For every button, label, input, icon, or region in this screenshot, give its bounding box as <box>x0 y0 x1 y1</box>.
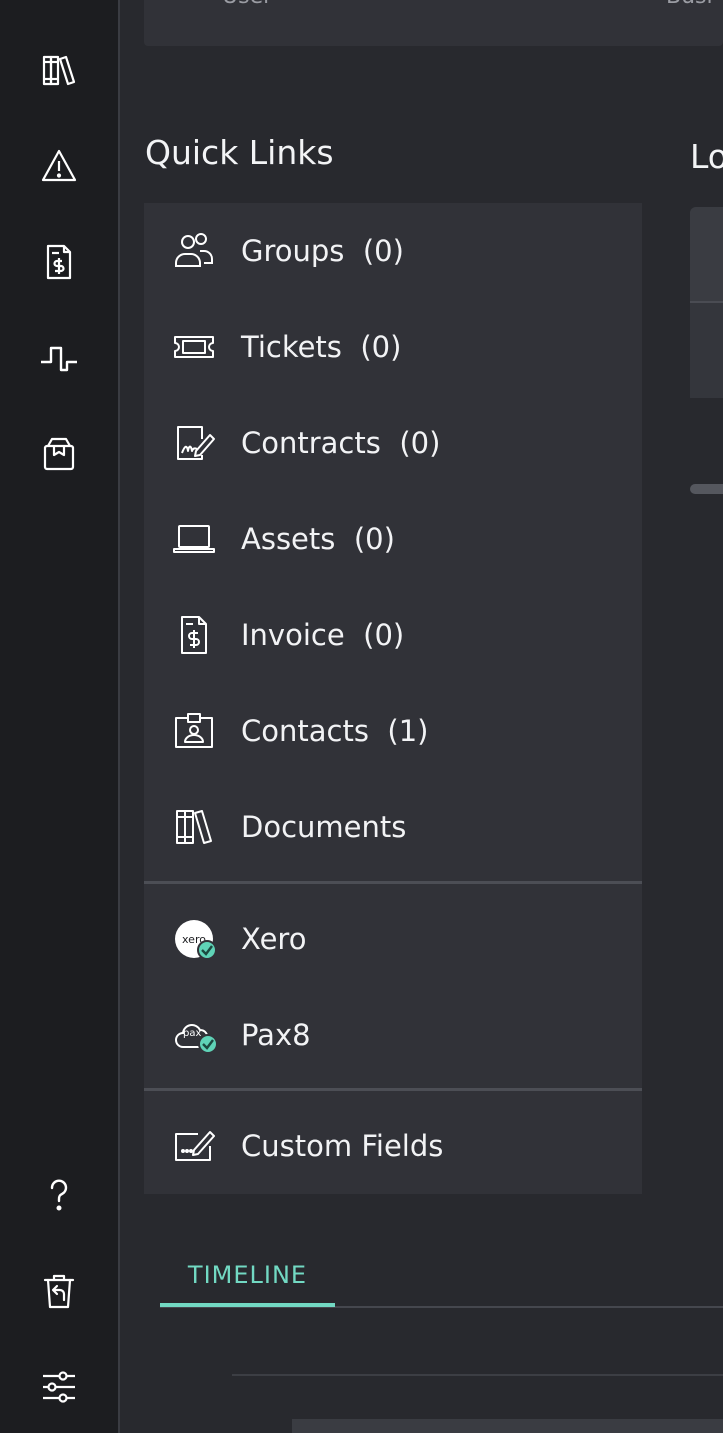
connected-check-icon <box>198 1034 218 1054</box>
quick-link-label: Documents <box>241 810 407 844</box>
right-section-title: Lo <box>690 137 723 176</box>
pax8-logo-icon: pax <box>171 1012 218 1058</box>
ticket-icon <box>171 324 217 370</box>
integration-label: Pax8 <box>241 1018 311 1052</box>
top-info-card: User Busi <box>144 0 723 46</box>
quick-link-label: Contracts (0) <box>241 426 441 460</box>
right-panel-divider <box>690 301 723 303</box>
right-panel-header <box>690 207 723 301</box>
invoice-icon[interactable] <box>34 237 84 287</box>
quick-link-invoice[interactable]: Invoice (0) <box>144 587 642 683</box>
connected-check-icon <box>197 940 217 960</box>
pulse-icon[interactable] <box>34 333 84 383</box>
integrations-list: xero Xero pax Pax8 <box>144 884 642 1088</box>
groups-icon <box>171 228 217 274</box>
quick-links-list: Groups (0) Tickets (0) Contracts (0) Ass… <box>144 203 642 882</box>
pax8-logo-text: pax <box>183 1028 202 1039</box>
quick-link-label: Invoice (0) <box>241 618 405 652</box>
top-card-label-left: User <box>222 0 272 9</box>
settings-sliders-icon[interactable] <box>34 1362 84 1412</box>
books-icon[interactable] <box>34 45 84 95</box>
integration-pax8[interactable]: pax Pax8 <box>144 987 642 1083</box>
right-scrollbar[interactable] <box>690 484 723 494</box>
quick-link-contracts[interactable]: Contracts (0) <box>144 395 642 491</box>
books-icon <box>171 804 217 850</box>
top-card-label-right: Busi <box>666 0 713 9</box>
laptop-icon <box>171 516 217 562</box>
quick-link-assets[interactable]: Assets (0) <box>144 491 642 587</box>
quick-link-label: Groups (0) <box>241 234 404 268</box>
box-icon[interactable] <box>34 429 84 479</box>
help-icon[interactable] <box>34 1170 84 1220</box>
custom-fields-section: Custom Fields <box>144 1091 642 1194</box>
integration-label: Xero <box>241 922 307 956</box>
quick-link-tickets[interactable]: Tickets (0) <box>144 299 642 395</box>
quick-link-label: Assets (0) <box>241 522 395 556</box>
xero-logo-icon: xero <box>171 916 217 962</box>
integration-xero[interactable]: xero Xero <box>144 891 642 987</box>
contract-icon <box>171 420 217 466</box>
quick-link-documents[interactable]: Documents <box>144 779 642 875</box>
quick-link-groups[interactable]: Groups (0) <box>144 203 642 299</box>
restore-trash-icon[interactable] <box>34 1266 84 1316</box>
active-tab-indicator <box>160 1303 335 1307</box>
quick-link-label: Tickets (0) <box>241 330 402 364</box>
quick-links-title: Quick Links <box>145 133 334 172</box>
timeline-divider <box>232 1374 723 1376</box>
contact-card-icon <box>171 708 217 754</box>
timeline-content-box <box>292 1419 723 1433</box>
right-panel <box>690 207 723 398</box>
tab-timeline[interactable]: TIMELINE <box>160 1244 335 1306</box>
warning-icon[interactable] <box>34 141 84 191</box>
quick-link-contacts[interactable]: Contacts (1) <box>144 683 642 779</box>
edit-box-icon <box>171 1123 217 1169</box>
quick-link-label: Contacts (1) <box>241 714 429 748</box>
invoice-icon <box>171 612 217 658</box>
custom-fields-label: Custom Fields <box>241 1129 444 1163</box>
rail-divider <box>118 0 120 1433</box>
custom-fields-link[interactable]: Custom Fields <box>144 1098 642 1194</box>
